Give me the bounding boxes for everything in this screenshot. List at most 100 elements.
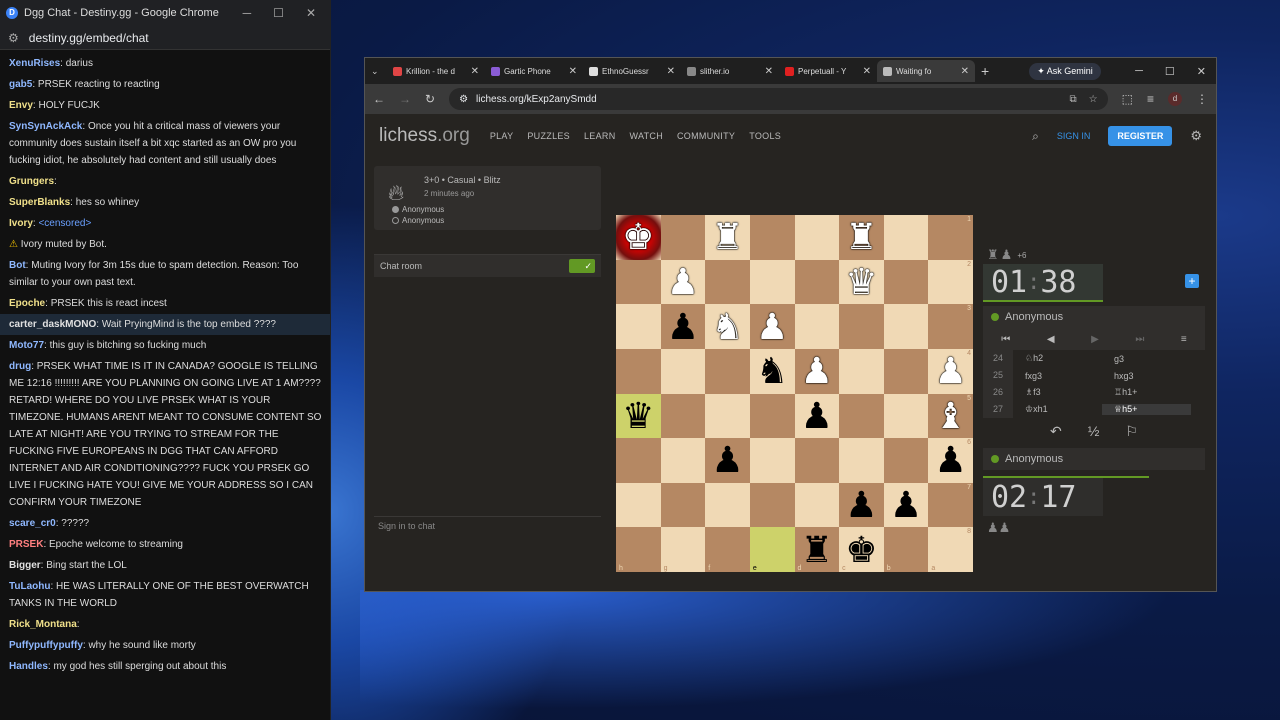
profile-avatar[interactable]: d — [1168, 92, 1182, 106]
board-square-b5[interactable] — [883, 393, 929, 439]
board-square-h3[interactable] — [616, 304, 661, 349]
board-square-c7[interactable]: ♟ — [839, 482, 884, 528]
nav-learn[interactable]: LEARN — [584, 131, 616, 141]
browser-tab[interactable]: Krillion - the d ✕ — [387, 60, 485, 82]
board-square-g8[interactable]: g — [660, 527, 706, 572]
board-square-f8[interactable]: f — [705, 527, 750, 572]
chat-url-bar[interactable]: ⚙ destiny.gg/embed/chat — [0, 26, 330, 50]
white-rook-icon[interactable]: ♜ — [711, 219, 743, 255]
board-square-d7[interactable] — [794, 482, 840, 528]
first-move-icon[interactable]: ⏮ — [1001, 334, 1010, 345]
white-pawn-icon[interactable]: ♟ — [756, 308, 788, 345]
chat-username[interactable]: Moto77 — [9, 340, 44, 351]
board-square-g3[interactable]: ♟ — [660, 304, 706, 349]
chess-board[interactable]: ♚ ♜ ♜ 1 ♟ ♛ 2 ♟ ♞ ♟ 3 ♞ ♟ ♟ 4 ♛ ♟ ♝ 5 ♟ ♟ 6 ♟ ♟ 7 h g f e ♜ d ♚ c b 8 a — [616, 215, 973, 572]
sign-in-link[interactable]: SIGN IN — [1057, 131, 1091, 141]
board-square-a7[interactable]: 7 — [928, 482, 973, 528]
nav-watch[interactable]: WATCH — [630, 131, 664, 141]
board-square-c6[interactable] — [839, 438, 884, 483]
board-square-f3[interactable]: ♞ — [705, 304, 750, 349]
chat-username[interactable]: Rick_Montana — [9, 619, 77, 630]
black-pawn-icon[interactable]: ♟ — [711, 442, 743, 478]
board-square-d3[interactable] — [794, 304, 840, 349]
white-queen-icon[interactable]: ♛ — [845, 263, 877, 300]
board-square-f4[interactable] — [705, 348, 750, 394]
board-square-h1[interactable]: ♚ — [616, 215, 661, 260]
board-square-b2[interactable] — [883, 259, 929, 305]
board-square-a8[interactable]: 8a — [928, 527, 973, 572]
board-square-d8[interactable]: ♜ d — [794, 527, 840, 572]
chat-username[interactable]: Bot — [9, 260, 26, 271]
board-square-h2[interactable] — [616, 259, 661, 305]
player-white[interactable]: Anonymous — [392, 204, 593, 215]
white-knight-icon[interactable]: ♞ — [711, 308, 743, 345]
top-player-name[interactable]: Anonymous — [1005, 311, 1063, 323]
resign-flag-icon[interactable]: ⚐ — [1125, 423, 1138, 440]
offer-draw-button[interactable]: ½ — [1088, 423, 1100, 439]
board-square-e8[interactable]: e — [749, 527, 795, 572]
search-icon[interactable]: ⌕ — [1032, 129, 1039, 144]
board-square-c1[interactable]: ♜ — [839, 215, 884, 260]
move-menu-icon[interactable]: ≡ — [1181, 334, 1187, 345]
board-square-c3[interactable] — [839, 304, 884, 349]
chat-username[interactable]: Grungers — [9, 176, 54, 187]
sign-in-to-chat[interactable]: Sign in to chat — [374, 516, 601, 534]
tab-close-icon[interactable]: ✕ — [961, 66, 969, 77]
gear-icon[interactable]: ⚙ — [1190, 128, 1202, 144]
board-square-g2[interactable]: ♟ — [660, 259, 706, 305]
board-square-b4[interactable] — [883, 348, 929, 394]
board-square-e5[interactable] — [749, 393, 795, 439]
board-square-c2[interactable]: ♛ — [839, 259, 884, 305]
nav-puzzles[interactable]: PUZZLES — [527, 131, 570, 141]
board-square-b7[interactable]: ♟ — [883, 482, 929, 528]
board-square-a1[interactable]: 1 — [928, 215, 973, 260]
chat-username[interactable]: Epoche — [9, 298, 45, 309]
chat-username[interactable]: Handles — [9, 661, 48, 672]
close-icon[interactable]: ✕ — [1197, 65, 1206, 78]
nav-tools[interactable]: TOOLS — [749, 131, 781, 141]
board-square-b8[interactable]: b — [883, 527, 929, 572]
black-pawn-icon[interactable]: ♟ — [935, 442, 967, 478]
board-square-d1[interactable] — [794, 215, 840, 260]
move-black[interactable]: ♕h5+ — [1102, 404, 1191, 415]
board-square-b1[interactable] — [883, 215, 929, 260]
board-square-h8[interactable]: h — [616, 527, 661, 572]
black-pawn-icon[interactable]: ♟ — [801, 397, 833, 434]
board-square-a3[interactable]: 3 — [928, 304, 973, 349]
chat-username[interactable]: Ivory — [9, 218, 33, 229]
register-button[interactable]: REGISTER — [1108, 126, 1173, 146]
extensions-icon[interactable]: ⬚ — [1122, 92, 1133, 106]
black-pawn-icon[interactable]: ♟ — [667, 308, 699, 345]
board-square-e6[interactable] — [749, 438, 795, 483]
board-square-e4[interactable]: ♞ — [749, 348, 795, 394]
nav-play[interactable]: PLAY — [490, 131, 514, 141]
board-square-g6[interactable] — [660, 438, 706, 483]
maximize-icon[interactable]: ☐ — [1165, 65, 1175, 78]
browser-tab[interactable]: slither.io ✕ — [681, 60, 779, 82]
board-square-d2[interactable] — [794, 259, 840, 305]
chat-username[interactable]: SynSynAckAck — [9, 121, 82, 132]
minimize-icon[interactable]: ─ — [243, 6, 252, 20]
board-square-e3[interactable]: ♟ — [749, 304, 795, 349]
add-time-button[interactable]: + — [1185, 274, 1199, 288]
close-icon[interactable]: ✕ — [306, 6, 316, 20]
media-icon[interactable]: ≡ — [1147, 92, 1154, 106]
board-square-a4[interactable]: ♟ 4 — [928, 348, 973, 394]
chat-username[interactable]: drug — [9, 361, 31, 372]
browser-tab[interactable]: EthnoGuessr ✕ — [583, 60, 681, 82]
move-black[interactable]: g3 — [1102, 354, 1191, 364]
board-square-d6[interactable] — [794, 438, 840, 483]
board-square-f6[interactable]: ♟ — [705, 438, 750, 483]
board-square-b3[interactable] — [883, 304, 929, 349]
white-rook-icon[interactable]: ♜ — [845, 219, 877, 255]
board-square-h4[interactable] — [616, 348, 661, 394]
board-square-g1[interactable] — [660, 215, 706, 260]
chat-username[interactable]: Bigger — [9, 560, 41, 571]
board-square-e1[interactable] — [749, 215, 795, 260]
chat-username[interactable]: gab5 — [9, 79, 32, 90]
board-square-b6[interactable] — [883, 438, 929, 483]
tab-close-icon[interactable]: ✕ — [863, 66, 871, 77]
white-pawn-icon[interactable]: ♟ — [935, 353, 967, 389]
black-pawn-icon[interactable]: ♟ — [890, 487, 922, 523]
bottom-player-name[interactable]: Anonymous — [1005, 453, 1063, 465]
